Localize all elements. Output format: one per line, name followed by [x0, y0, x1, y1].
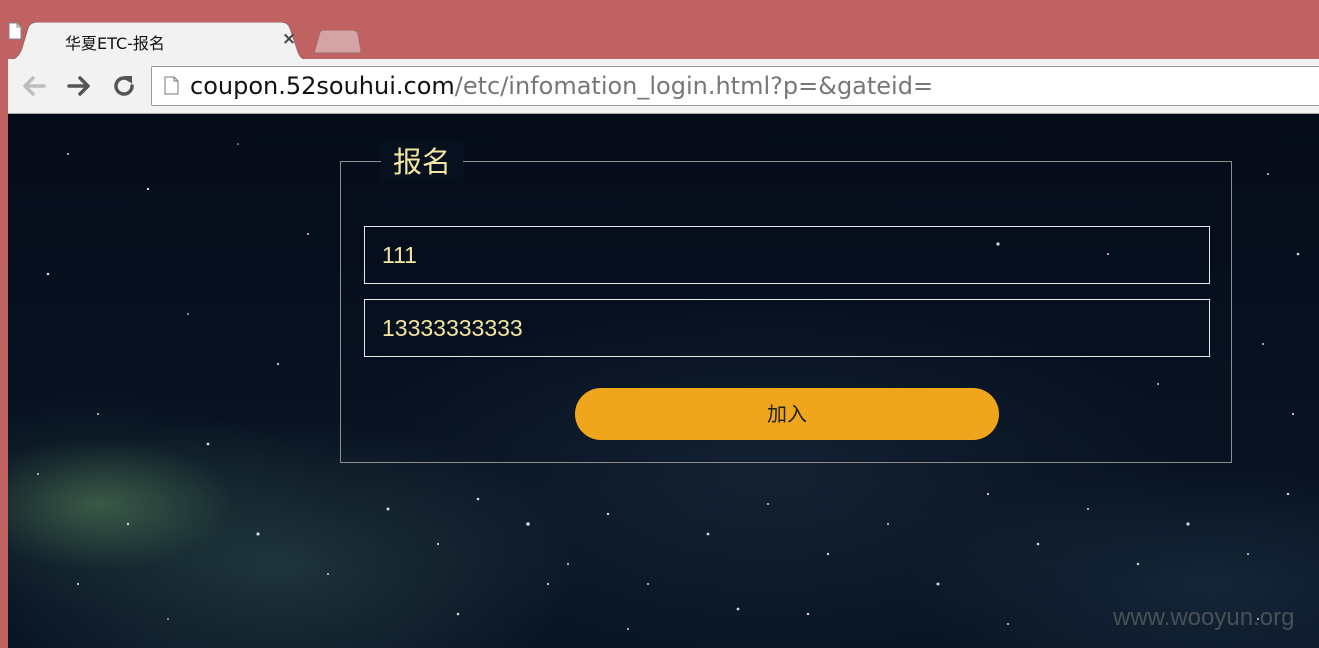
watermark: www.wooyun.org — [1113, 604, 1295, 631]
close-icon[interactable]: × — [280, 30, 298, 48]
reload-icon[interactable] — [110, 72, 138, 100]
forward-arrow-icon[interactable] — [65, 72, 93, 100]
name-input-value: 111 — [382, 242, 417, 268]
tab-title: 华夏ETC-报名 — [65, 34, 165, 53]
url-text[interactable]: coupon.52souhui.com/etc/infomation_login… — [190, 71, 933, 101]
address-bar[interactable]: coupon.52souhui.com/etc/infomation_login… — [151, 66, 1319, 106]
browser-tab[interactable]: 华夏ETC-报名 × — [8, 22, 308, 60]
url-host: coupon.52souhui.com — [190, 72, 455, 100]
form-legend: 报名 — [381, 142, 464, 182]
browser-window: 华夏ETC-报名 × coupon.52souhui.com/etc/infom… — [0, 0, 1319, 648]
page-content: 报名 111 13333333333 加入 www.wooyun.org — [8, 114, 1319, 648]
page-icon — [164, 76, 179, 95]
name-input[interactable]: 111 — [364, 226, 1210, 284]
phone-input[interactable]: 13333333333 — [364, 299, 1210, 357]
new-tab-button[interactable] — [312, 30, 362, 54]
url-path: /etc/infomation_login.html?p=&gateid= — [454, 72, 934, 100]
browser-toolbar: coupon.52souhui.com/etc/infomation_login… — [8, 59, 1319, 114]
join-button[interactable]: 加入 — [575, 388, 999, 440]
back-arrow-icon[interactable] — [20, 72, 48, 100]
phone-input-value: 13333333333 — [382, 315, 523, 341]
page-icon — [8, 22, 22, 40]
